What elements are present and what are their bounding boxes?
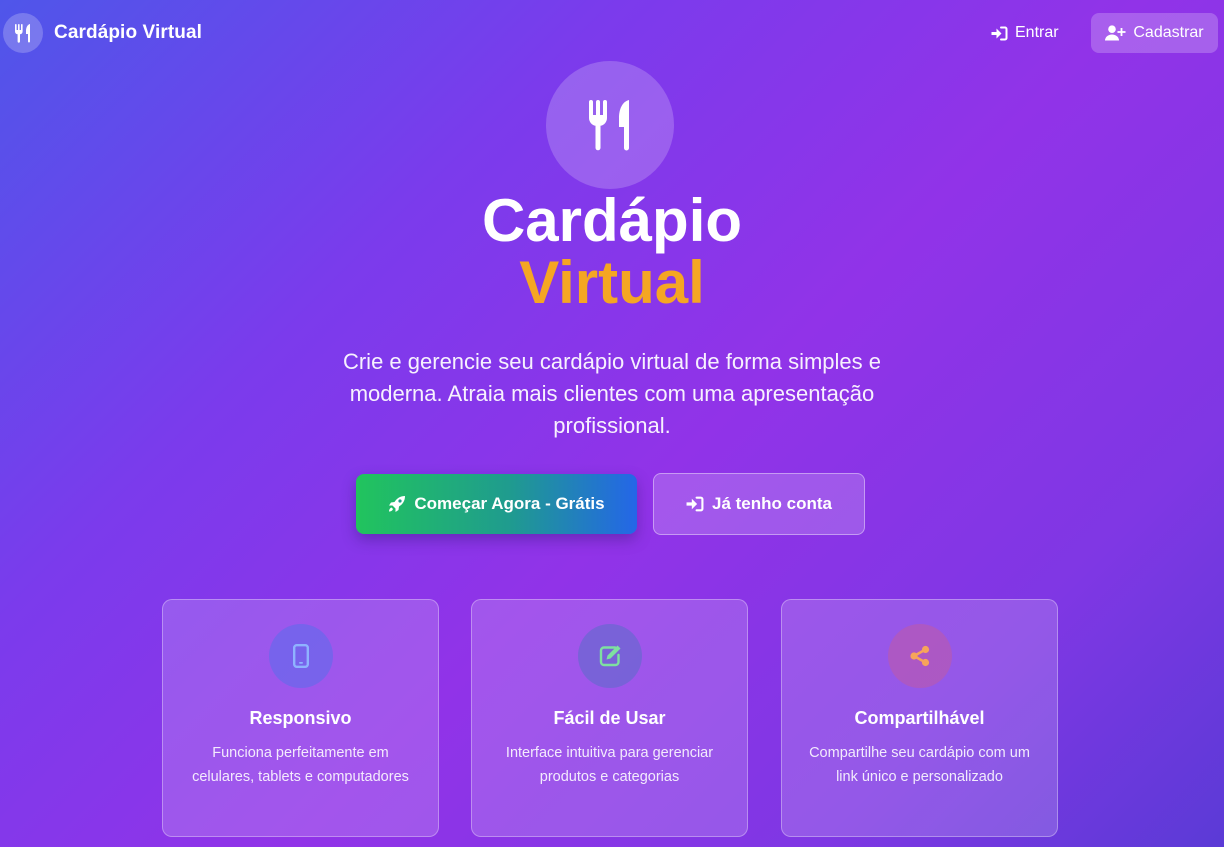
top-navbar: Cardápio Virtual Entrar Cadastrar [0,0,1224,66]
hero-title: Cardápio Virtual [312,190,912,314]
brand[interactable]: Cardápio Virtual [3,13,202,53]
sign-in-icon [991,26,1008,40]
feature-description: Interface intuitiva para gerenciar produ… [505,745,714,785]
brand-title: Cardápio Virtual [54,22,203,43]
login-label: Entrar [1015,24,1059,41]
start-now-button[interactable]: Começar Agora - Grátis [356,474,637,534]
feature-description: Compartilhe seu cardápio com um link úni… [809,745,1030,785]
feature-card-easy: Fácil de Usar Interface intuitiva para g… [471,599,748,837]
feature-title: Fácil de Usar [553,708,666,728]
feature-card-shareable: Compartilhável Compartilhe seu cardápio … [781,599,1058,837]
edit-icon [578,624,642,688]
feature-title: Responsivo [249,708,352,728]
utensils-icon [546,61,674,189]
register-label: Cadastrar [1133,24,1204,41]
feature-title: Compartilhável [854,708,985,728]
user-plus-icon [1105,25,1126,41]
start-now-label: Começar Agora - Grátis [414,494,605,513]
hero-title-line1: Cardápio [481,187,743,254]
mobile-icon [269,624,333,688]
login-link[interactable]: Entrar [981,13,1069,53]
register-button[interactable]: Cadastrar [1091,13,1218,53]
utensils-icon [3,13,43,53]
feature-card-responsive: Responsivo Funciona perfeitamente em cel… [162,599,439,837]
feature-description: Funciona perfeitamente em celulares, tab… [192,745,409,785]
sign-in-icon [686,496,704,512]
have-account-button[interactable]: Já tenho conta [653,473,865,535]
have-account-label: Já tenho conta [712,494,832,513]
hero-subtitle: Crie e gerencie seu cardápio virtual de … [342,349,882,438]
hero-title-line2: Virtual [519,249,705,316]
rocket-icon [389,496,406,512]
share-icon [888,624,952,688]
